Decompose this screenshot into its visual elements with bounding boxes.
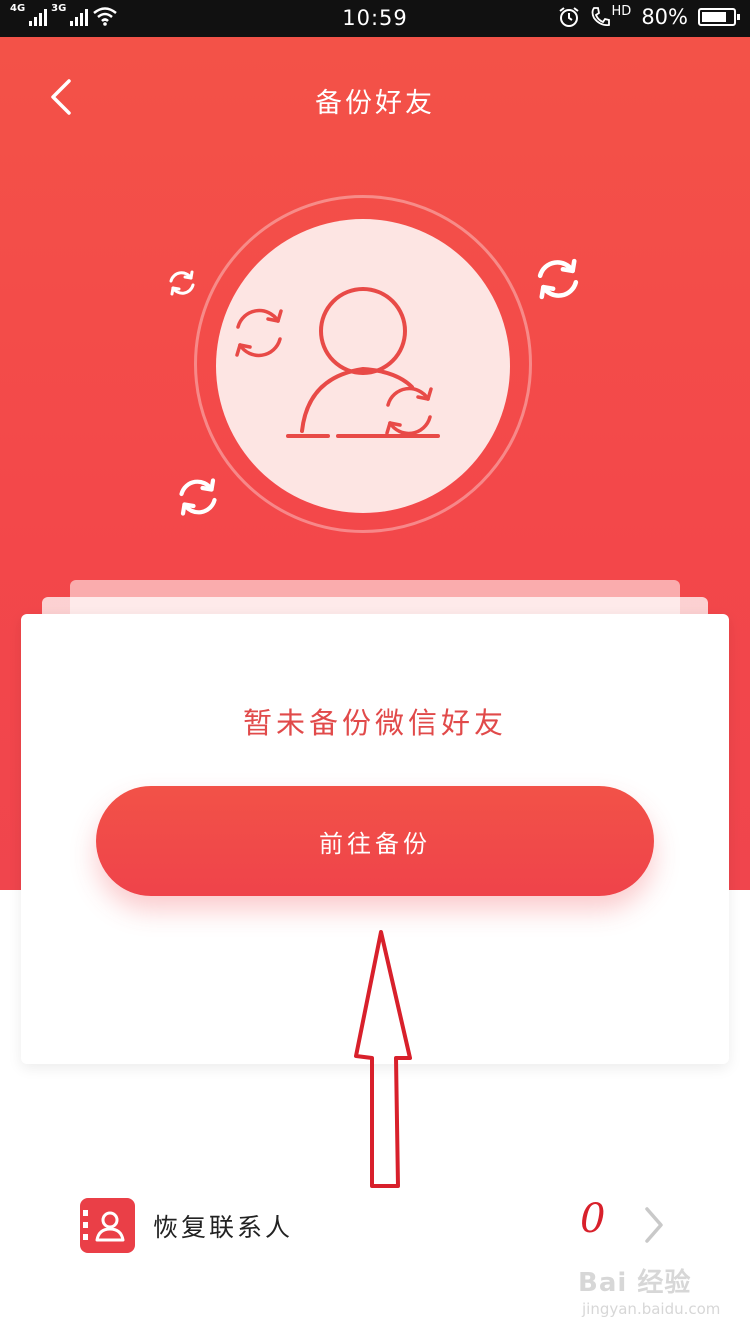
empty-state-message: 暂未备份微信好友 bbox=[242, 706, 507, 740]
status-right: HD 80% bbox=[558, 3, 740, 29]
alarm-icon bbox=[558, 7, 579, 27]
arrow-up-icon bbox=[354, 930, 412, 1188]
baidu-watermark: Bai 经验 jingyan.baidu.com bbox=[578, 1262, 738, 1326]
sync-icon-bottom bbox=[179, 478, 217, 516]
sync-icon-right bbox=[537, 258, 579, 300]
contacts-book-icon bbox=[80, 1198, 135, 1253]
phone-icon bbox=[591, 7, 610, 27]
restore-contacts-label: 恢复联系人 bbox=[153, 1213, 294, 1242]
battery-percent: 80% bbox=[641, 5, 688, 29]
restore-count: 0 bbox=[580, 1196, 606, 1242]
restore-contacts-row[interactable]: 恢复联系人 0 bbox=[0, 1180, 750, 1270]
watermark-brand: Bai 经验 bbox=[578, 1268, 692, 1298]
go-backup-button[interactable]: 前往备份 bbox=[96, 786, 654, 896]
watermark-url: jingyan.baidu.com bbox=[582, 1300, 721, 1318]
contact-backup-icon bbox=[235, 287, 440, 438]
hd-badge: HD bbox=[611, 3, 632, 19]
chevron-right-icon bbox=[645, 1207, 663, 1243]
sync-icon-small bbox=[169, 270, 195, 296]
status-bar: 4G 3G 10:59 HD 80% bbox=[0, 0, 750, 37]
battery-icon bbox=[698, 8, 740, 26]
avatar-circle bbox=[216, 219, 510, 513]
page-title: 备份好友 bbox=[315, 88, 435, 119]
